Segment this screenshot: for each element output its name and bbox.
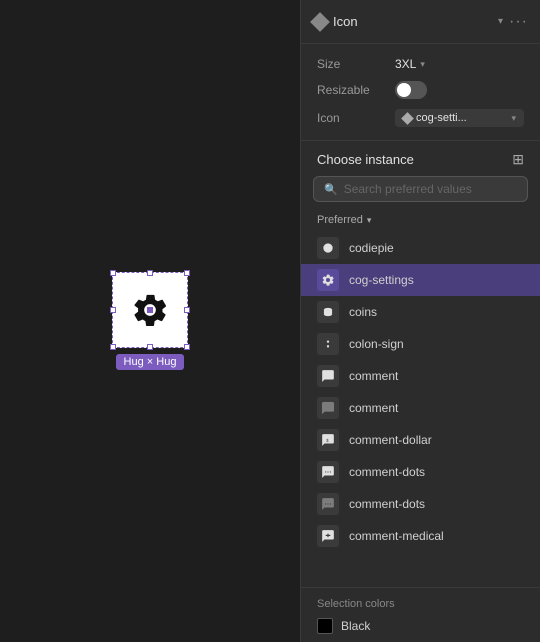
size-label: Size <box>317 57 387 71</box>
frame-label: Hug × Hug <box>116 354 185 370</box>
item-label: colon-sign <box>349 337 404 351</box>
size-value-container[interactable]: 3XL ▾ <box>395 57 425 71</box>
choose-instance-header: Choose instance ⊞ <box>301 141 540 176</box>
item-thumbnail: $ <box>317 429 339 451</box>
search-box: 🔍 <box>313 176 528 202</box>
panel-title: Icon <box>333 14 492 29</box>
selection-colors-label: Selection colors <box>317 598 524 610</box>
color-swatch[interactable] <box>317 618 333 634</box>
icon-selector-diamond <box>401 112 414 125</box>
list-item[interactable]: coins <box>301 296 540 328</box>
corner-handle-mr[interactable] <box>184 307 190 313</box>
item-thumbnail <box>317 269 339 291</box>
size-property: Size 3XL ▾ <box>301 52 540 76</box>
size-value: 3XL <box>395 57 416 71</box>
icon-selector[interactable]: cog-setti... ▾ <box>395 109 524 127</box>
canvas: Hug × Hug <box>0 0 300 642</box>
item-thumbnail <box>317 397 339 419</box>
corner-handle-tr[interactable] <box>184 270 190 276</box>
item-label: comment-dollar <box>349 433 432 447</box>
more-options-button[interactable]: ··· <box>509 13 528 31</box>
item-icon <box>321 497 335 511</box>
size-chevron-icon: ▾ <box>420 59 425 70</box>
icon-box <box>112 272 188 348</box>
corner-handle-ml[interactable] <box>110 307 116 313</box>
preferred-chevron-icon[interactable]: ▾ <box>367 215 372 226</box>
item-label: comment-dots <box>349 497 425 511</box>
corner-handle-tm[interactable] <box>147 270 153 276</box>
color-row: Black <box>317 618 524 634</box>
icon-property: Icon cog-setti... ▾ <box>301 104 540 132</box>
item-icon <box>321 241 335 255</box>
list-item[interactable]: cog-settings <box>301 264 540 296</box>
item-label: coins <box>349 305 377 319</box>
item-icon <box>321 529 335 543</box>
title-chevron-icon[interactable]: ▾ <box>498 16 503 27</box>
list-item[interactable]: codiepie <box>301 232 540 264</box>
right-panel: Icon ▾ ··· Size 3XL ▾ Resizable Icon cog… <box>300 0 540 642</box>
item-icon <box>321 465 335 479</box>
selection-colors-section: Selection colors Black <box>301 587 540 642</box>
item-label: cog-settings <box>349 273 414 287</box>
item-label: comment-medical <box>349 529 444 543</box>
item-thumbnail <box>317 461 339 483</box>
instance-list: codiepie cog-settings coins colon-sign <box>301 232 540 587</box>
resizable-label: Resizable <box>317 83 387 97</box>
resizable-property: Resizable <box>301 76 540 104</box>
item-thumbnail <box>317 237 339 259</box>
icon-selector-chevron-icon: ▾ <box>511 113 516 124</box>
list-item[interactable]: comment-dots <box>301 456 540 488</box>
corner-handle-bm[interactable] <box>147 344 153 350</box>
icon-frame: Hug × Hug <box>112 272 188 370</box>
corner-handle-bl[interactable] <box>110 344 116 350</box>
item-thumbnail <box>317 493 339 515</box>
icon-label: Icon <box>317 111 387 125</box>
corner-handle-tl[interactable] <box>110 270 116 276</box>
item-thumbnail <box>317 301 339 323</box>
item-label: codiepie <box>349 241 394 255</box>
icon-selector-label: cog-setti... <box>416 112 507 124</box>
search-input[interactable] <box>344 182 517 196</box>
corner-handle-br[interactable] <box>184 344 190 350</box>
item-label: comment <box>349 369 398 383</box>
item-label: comment <box>349 401 398 415</box>
item-icon <box>321 337 335 351</box>
preferred-section-header: Preferred ▾ <box>301 210 540 232</box>
item-icon <box>321 305 335 319</box>
item-icon <box>321 273 335 287</box>
search-container: 🔍 <box>301 176 540 210</box>
list-item[interactable]: colon-sign <box>301 328 540 360</box>
choose-instance-title: Choose instance <box>317 152 414 167</box>
preferred-label: Preferred <box>317 214 363 226</box>
item-icon <box>321 401 335 415</box>
resizable-toggle[interactable] <box>395 81 427 99</box>
list-item[interactable]: comment <box>301 360 540 392</box>
item-icon <box>321 369 335 383</box>
grid-view-icon[interactable]: ⊞ <box>512 151 524 168</box>
item-thumbnail <box>317 525 339 547</box>
list-item[interactable]: comment <box>301 392 540 424</box>
panel-header: Icon ▾ ··· <box>301 0 540 44</box>
cog-svg-icon <box>130 290 170 330</box>
list-item[interactable]: $ comment-dollar <box>301 424 540 456</box>
properties-section: Size 3XL ▾ Resizable Icon cog-setti... ▾ <box>301 44 540 141</box>
item-icon: $ <box>321 433 335 447</box>
search-icon: 🔍 <box>324 183 338 196</box>
list-item[interactable]: comment-medical <box>301 520 540 552</box>
item-thumbnail <box>317 333 339 355</box>
diamond-icon <box>310 12 330 32</box>
color-name: Black <box>341 619 370 633</box>
item-thumbnail <box>317 365 339 387</box>
item-label: comment-dots <box>349 465 425 479</box>
list-item[interactable]: comment-dots <box>301 488 540 520</box>
